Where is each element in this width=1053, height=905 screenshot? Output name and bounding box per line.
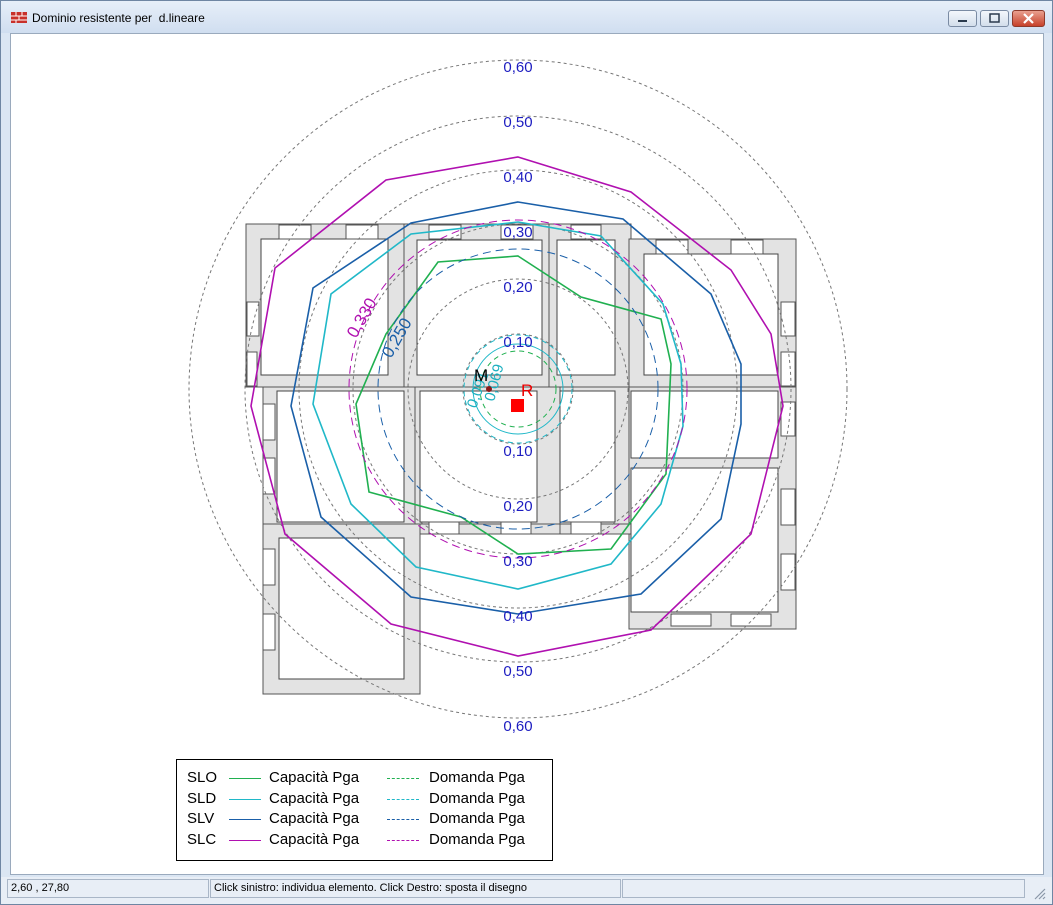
ring-label-bottom: 0,20 xyxy=(503,498,532,515)
window-opening xyxy=(780,301,796,337)
legend-state: SLV xyxy=(187,810,215,827)
room xyxy=(556,239,616,376)
window-opening xyxy=(345,224,379,240)
resistance-domain-plot[interactable]: 0,60 0,50 0,40 0,30 0,20 0,10 0,10 0,20 0,30 0,40… xyxy=(11,34,1043,874)
window-opening xyxy=(570,521,602,535)
ring-label-top: 0,50 xyxy=(503,114,532,131)
minimize-button[interactable] xyxy=(948,10,977,27)
legend-demand-line xyxy=(387,839,419,841)
legend-state: SLC xyxy=(187,830,217,848)
ring-label-top: 0,10 xyxy=(503,334,532,351)
status-extra xyxy=(622,879,1025,898)
close-button[interactable] xyxy=(1012,10,1045,27)
marker-r-label: R xyxy=(521,381,533,400)
window-opening xyxy=(262,613,276,651)
window-opening xyxy=(730,239,764,255)
legend-state: SLD xyxy=(187,789,217,807)
room xyxy=(278,537,405,680)
legend-demand-line xyxy=(387,819,419,820)
legend-demand-line xyxy=(387,778,419,779)
legend-row: SLD Capacità Pga Domanda Pga xyxy=(177,789,552,809)
window-opening xyxy=(670,613,712,627)
ring-label-bottom: 0,10 xyxy=(503,443,532,460)
legend-capacity-label: Capacità Pga xyxy=(269,769,360,786)
maximize-button[interactable] xyxy=(980,10,1009,27)
room xyxy=(630,390,779,459)
ring-label-top: 0,60 xyxy=(503,59,532,76)
legend-row: SLV Capacità Pga Domanda Pga xyxy=(177,809,552,829)
window-opening xyxy=(428,521,460,535)
legend-demand-label: Domanda Pga xyxy=(429,830,525,848)
room xyxy=(630,467,779,613)
ring-label-bottom: 0,50 xyxy=(503,663,532,680)
window-opening xyxy=(780,488,796,526)
window-opening xyxy=(246,301,260,337)
legend-demand-line xyxy=(387,798,419,800)
ring-label-top: 0,40 xyxy=(503,169,532,186)
window-opening xyxy=(262,548,276,586)
window-title: Dominio resistente per d.lineare xyxy=(32,11,205,25)
title-bar[interactable]: Dominio resistente per d.lineare xyxy=(1,1,1052,33)
close-icon xyxy=(1023,13,1034,24)
room xyxy=(559,390,616,523)
legend-capacity-line xyxy=(229,798,261,800)
legend-capacity-line xyxy=(229,819,261,820)
legend-capacity-line xyxy=(229,778,261,779)
app-window: Dominio resistente per d.lineare 0,60 0,5… xyxy=(0,0,1053,905)
legend-row: SLC Capacità Pga Domanda Pga xyxy=(177,830,552,850)
legend-capacity-label: Capacità Pga xyxy=(269,830,360,848)
legend-demand-label: Domanda Pga xyxy=(429,769,525,786)
ring-label-bottom: 0,30 xyxy=(503,553,532,570)
mass-center-marker xyxy=(486,386,492,392)
window-opening xyxy=(780,553,796,591)
legend: SLO Capacità Pga Domanda Pga SLD Capacità Pg… xyxy=(176,759,553,861)
status-hint: Click sinistro: individua elemento. Clic… xyxy=(210,879,621,898)
legend-row: SLO Capacità Pga Domanda Pga xyxy=(177,768,552,788)
resize-grip-icon[interactable] xyxy=(1032,886,1046,900)
legend-state: SLO xyxy=(187,769,218,786)
window-opening xyxy=(780,351,796,387)
rigidity-center-marker xyxy=(511,399,524,412)
app-wall-icon xyxy=(11,12,27,23)
ring-label-top: 0,20 xyxy=(503,279,532,296)
window-opening xyxy=(262,403,276,441)
ring-label-top: 0,30 xyxy=(503,224,532,241)
minimize-icon xyxy=(958,20,967,22)
drawing-canvas[interactable]: 0,60 0,50 0,40 0,30 0,20 0,10 0,10 0,20 0,30 0,40… xyxy=(10,33,1044,875)
marker-m-label: M xyxy=(474,366,488,385)
legend-capacity-label: Capacità Pga xyxy=(269,789,360,807)
room xyxy=(276,390,405,523)
maximize-icon xyxy=(989,13,1000,23)
legend-capacity-line xyxy=(229,839,261,841)
window-opening xyxy=(500,521,532,535)
ring-label-bottom: 0,40 xyxy=(503,608,532,625)
legend-demand-label: Domanda Pga xyxy=(429,789,525,807)
status-coordinates: 2,60 , 27,80 xyxy=(7,879,209,898)
window-opening xyxy=(278,224,312,240)
legend-capacity-label: Capacità Pga xyxy=(269,810,360,827)
legend-demand-label: Domanda Pga xyxy=(429,810,525,827)
ring-label-bottom: 0,60 xyxy=(503,718,532,735)
status-bar: 2,60 , 27,80 Click sinistro: individua e… xyxy=(1,877,1052,904)
window-opening xyxy=(730,613,772,627)
